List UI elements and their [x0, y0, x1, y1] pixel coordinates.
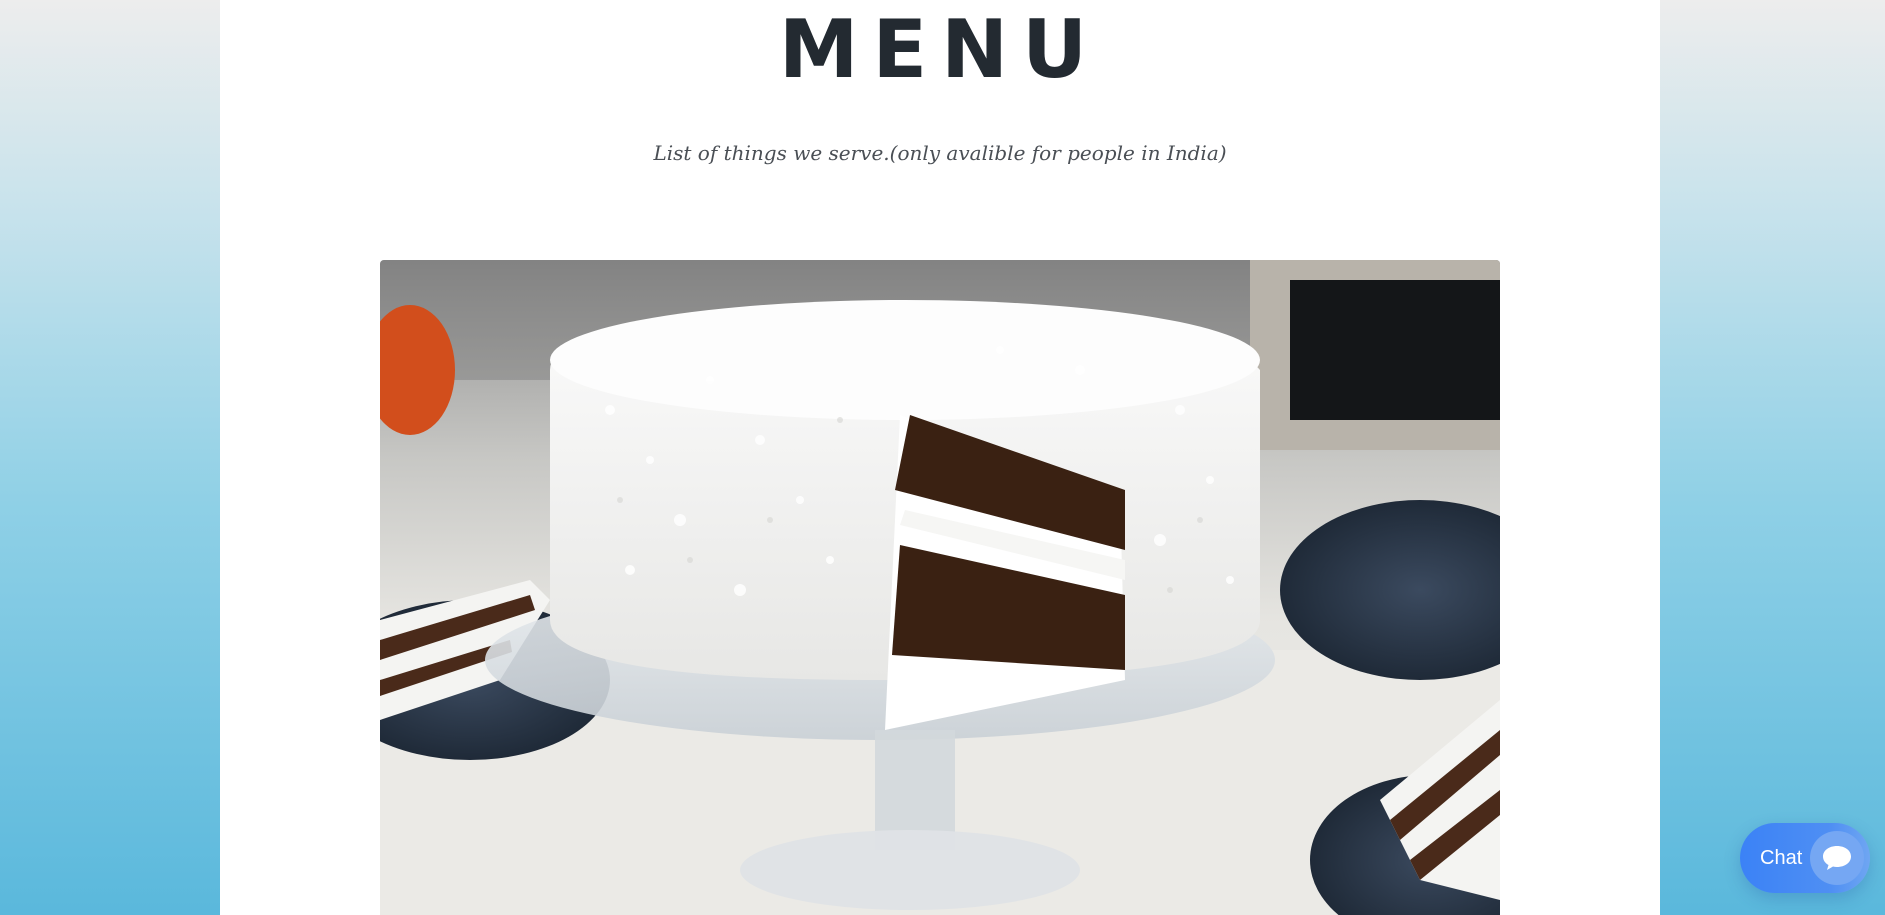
chat-bubble-icon — [1810, 831, 1864, 885]
page-title: MENU — [778, 3, 1102, 96]
chat-button[interactable]: Chat — [1740, 823, 1870, 893]
page-card: MENU List of things we serve.(only avali… — [220, 0, 1660, 915]
page-subtitle: List of things we serve.(only avalible f… — [653, 141, 1227, 165]
chat-button-label: Chat — [1760, 846, 1803, 869]
hero-cake-image — [380, 260, 1500, 915]
